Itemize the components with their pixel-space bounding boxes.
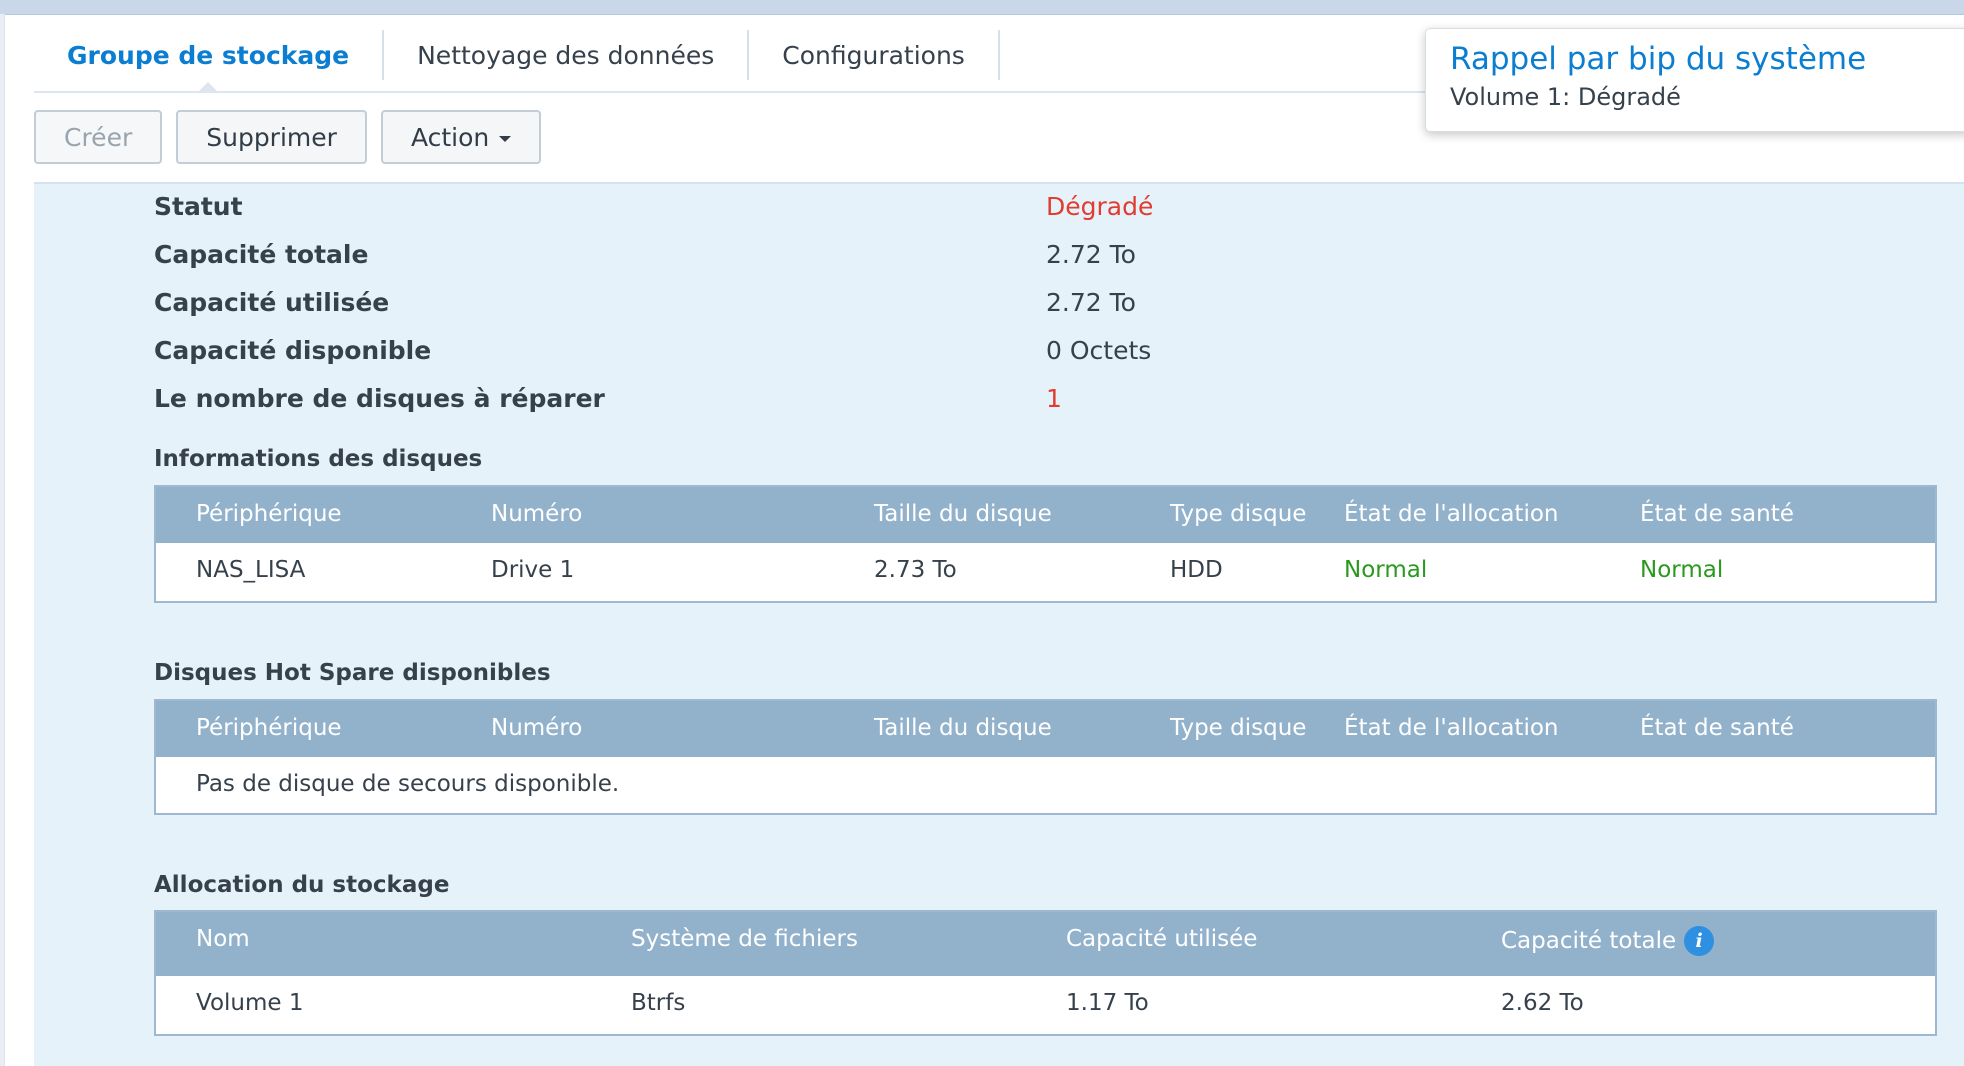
caret-down-icon — [499, 135, 512, 142]
column-header[interactable]: Capacité totale i — [1501, 926, 1715, 956]
disk-info-table: Périphérique Numéro Taille du disque Typ… — [154, 485, 1937, 603]
summary-row-disks-to-repair: Le nombre de disques à réparer 1 — [154, 376, 1454, 424]
empty-row: Pas de disque de secours disponible. — [156, 757, 1935, 813]
number-cell: Drive 1 — [491, 557, 575, 583]
allocation-status-cell: Normal — [1344, 557, 1428, 583]
table-header: Périphérique Numéro Taille du disque Typ… — [156, 701, 1935, 757]
summary-section: Statut Dégradé Capacité totale 2.72 To C… — [154, 184, 1454, 424]
filesystem-cell: Btrfs — [631, 990, 686, 1016]
storage-allocation-title: Allocation du stockage — [154, 872, 450, 898]
hot-spare-table: Périphérique Numéro Taille du disque Typ… — [154, 699, 1937, 815]
column-header[interactable]: Nom — [196, 926, 250, 952]
device-cell: NAS_LISA — [196, 557, 306, 583]
action-button[interactable]: Action — [380, 110, 542, 164]
notification-title: Rappel par bip du système — [1450, 41, 1867, 77]
toolbar: Créer Supprimer Action — [34, 110, 542, 164]
total-capacity-value: 2.72 To — [1046, 240, 1136, 269]
table-header: Nom Système de fichiers Capacité utilisé… — [156, 912, 1935, 976]
used-capacity-value: 2.72 To — [1046, 288, 1136, 317]
hot-spare-title: Disques Hot Spare disponibles — [154, 660, 551, 686]
column-header[interactable]: Taille du disque — [874, 715, 1052, 741]
column-header[interactable]: Périphérique — [196, 501, 342, 527]
disks-to-repair-value: 1 — [1046, 384, 1062, 413]
table-header: Périphérique Numéro Taille du disque Typ… — [156, 487, 1935, 543]
column-header[interactable]: Système de fichiers — [631, 926, 858, 952]
column-header[interactable]: Taille du disque — [874, 501, 1052, 527]
table-row[interactable]: Volume 1 Btrfs 1.17 To 2.62 To — [156, 976, 1935, 1034]
storage-pool-detail-panel: Statut Dégradé Capacité totale 2.72 To C… — [34, 182, 1964, 1066]
disk-info-title: Informations des disques — [154, 446, 483, 472]
create-button[interactable]: Créer — [34, 110, 163, 164]
summary-row-total-capacity: Capacité totale 2.72 To — [154, 232, 1454, 280]
delete-button[interactable]: Supprimer — [176, 110, 367, 164]
column-header[interactable]: Type disque — [1170, 501, 1306, 527]
column-header[interactable]: État de l'allocation — [1344, 501, 1559, 527]
notification-message: Volume 1: Dégradé — [1450, 83, 1681, 111]
column-header[interactable]: Numéro — [491, 501, 582, 527]
total-capacity-cell: 2.62 To — [1501, 990, 1584, 1016]
tab-settings[interactable]: Configurations — [749, 30, 1000, 80]
window-top-bar — [0, 0, 1964, 15]
summary-label: Le nombre de disques à réparer — [154, 384, 605, 413]
column-header[interactable]: État de santé — [1640, 501, 1794, 527]
left-border — [0, 14, 5, 1066]
volume-name-cell: Volume 1 — [196, 990, 304, 1016]
summary-label: Statut — [154, 192, 243, 221]
column-header[interactable]: Capacité utilisée — [1066, 926, 1257, 952]
column-header[interactable]: État de l'allocation — [1344, 715, 1559, 741]
action-button-label: Action — [410, 122, 490, 152]
size-cell: 2.73 To — [874, 557, 957, 583]
tab-bar: Groupe de stockage Nettoyage des données… — [34, 30, 1000, 93]
table-row[interactable]: NAS_LISA Drive 1 2.73 To HDD Normal Norm… — [156, 543, 1935, 601]
available-capacity-value: 0 Octets — [1046, 336, 1152, 365]
used-capacity-cell: 1.17 To — [1066, 990, 1149, 1016]
column-header[interactable]: Numéro — [491, 715, 582, 741]
system-beep-notification[interactable]: Rappel par bip du système Volume 1: Dégr… — [1425, 28, 1964, 132]
summary-label: Capacité utilisée — [154, 288, 390, 317]
storage-allocation-table: Nom Système de fichiers Capacité utilisé… — [154, 910, 1937, 1036]
status-value: Dégradé — [1046, 192, 1154, 221]
tab-data-scrubbing[interactable]: Nettoyage des données — [384, 30, 750, 80]
empty-message: Pas de disque de secours disponible. — [196, 771, 620, 797]
summary-label: Capacité totale — [154, 240, 369, 269]
summary-row-status: Statut Dégradé — [154, 184, 1454, 232]
tab-storage-pool[interactable]: Groupe de stockage — [34, 30, 385, 93]
column-header[interactable]: État de santé — [1640, 715, 1794, 741]
info-icon[interactable]: i — [1684, 926, 1715, 956]
summary-row-available-capacity: Capacité disponible 0 Octets — [154, 328, 1454, 376]
health-status-cell: Normal — [1640, 557, 1724, 583]
column-header[interactable]: Type disque — [1170, 715, 1306, 741]
type-cell: HDD — [1170, 557, 1223, 583]
summary-label: Capacité disponible — [154, 336, 432, 365]
column-header[interactable]: Périphérique — [196, 715, 342, 741]
column-header-label: Capacité totale — [1501, 928, 1677, 954]
summary-row-used-capacity: Capacité utilisée 2.72 To — [154, 280, 1454, 328]
